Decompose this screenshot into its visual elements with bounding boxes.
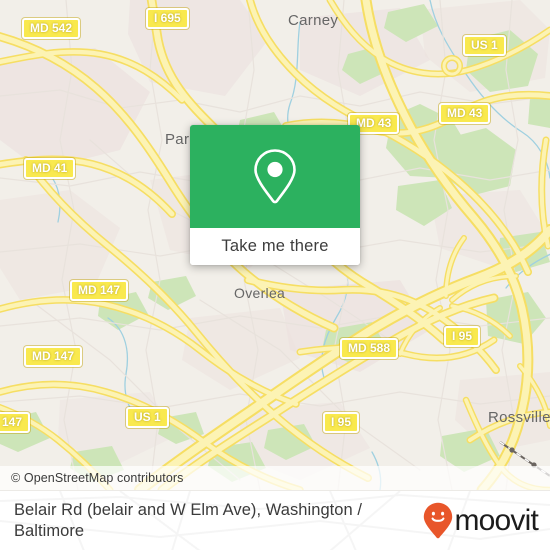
road-shield-i95-interchange: I 95 bbox=[444, 326, 481, 347]
location-pin-icon bbox=[254, 149, 296, 204]
take-me-there-button[interactable]: Take me there bbox=[190, 228, 360, 265]
road-shield-147-edge: 147 bbox=[0, 412, 31, 433]
moovit-wordmark: moovit bbox=[454, 504, 538, 537]
road-shield-us1-lower: US 1 bbox=[126, 407, 169, 428]
road-shield-md43-east: MD 43 bbox=[439, 103, 491, 124]
road-shield-us1-top: US 1 bbox=[463, 35, 506, 56]
road-shield-md542: MD 542 bbox=[22, 18, 81, 39]
osm-attribution-text[interactable]: © OpenStreetMap contributors bbox=[0, 471, 184, 485]
moovit-smiley-pin-icon bbox=[424, 502, 453, 539]
moovit-map-screenshot: .rd { fill:none; stroke:#f6de63; stroke-… bbox=[0, 0, 550, 550]
place-label-rossville: Rossville bbox=[488, 409, 550, 426]
card-pin-panel bbox=[190, 125, 360, 228]
road-shield-i95-lower: I 95 bbox=[323, 412, 360, 433]
road-shield-md41: MD 41 bbox=[24, 158, 76, 179]
moovit-logo[interactable]: moovit bbox=[423, 502, 539, 540]
road-shield-md588: MD 588 bbox=[340, 338, 399, 359]
location-title: Belair Rd (belair and W Elm Ave), Washin… bbox=[14, 501, 363, 540]
place-label-overlea: Overlea bbox=[234, 285, 286, 301]
place-label-carney: Carney bbox=[288, 12, 339, 29]
take-me-there-card[interactable]: Take me there bbox=[190, 125, 360, 265]
take-me-there-label: Take me there bbox=[221, 237, 329, 255]
road-shield-md147-upper: MD 147 bbox=[70, 280, 129, 301]
footer-bar: Belair Rd (belair and W Elm Ave), Washin… bbox=[0, 490, 550, 550]
road-shield-i695: I 695 bbox=[146, 8, 189, 29]
road-shield-md147-lower: MD 147 bbox=[24, 346, 83, 367]
map-attribution-bar: © OpenStreetMap contributors bbox=[0, 466, 550, 490]
